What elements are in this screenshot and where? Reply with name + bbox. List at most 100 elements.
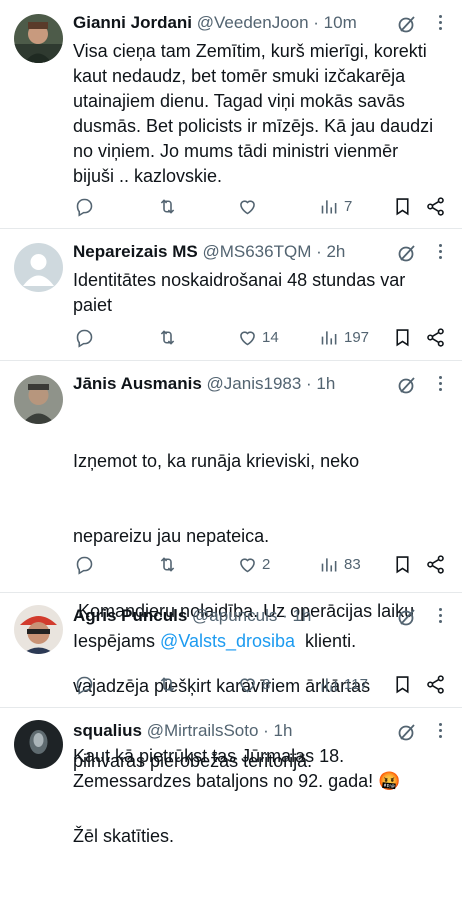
views-button[interactable]: 7: [319, 193, 352, 219]
reply-button[interactable]: [74, 193, 95, 219]
reply-icon: [76, 198, 93, 217]
like-icon: [240, 677, 255, 692]
timestamp[interactable]: · 1h: [306, 374, 335, 393]
retweet-icon: [160, 329, 175, 345]
tweet-text: Kaut kā pietrūkst tas Jūrmalas 18. Zemes…: [73, 744, 448, 794]
tweet-feed: Gianni Jordani @VeedenJoon · 10m Visa ci…: [0, 0, 462, 846]
timestamp[interactable]: · 2h: [316, 242, 345, 261]
tweet[interactable]: Nepareizais MS @MS636TQM · 2h Identitāte…: [0, 229, 462, 361]
tweet-actions: 8 117: [70, 671, 448, 697]
share-button[interactable]: [425, 324, 446, 350]
tweet-text: Identitātes noskaidrošanai 48 stundas va…: [73, 268, 448, 318]
retweet-button[interactable]: [157, 551, 178, 577]
like-count: 2: [262, 555, 271, 573]
bookmark-button[interactable]: [392, 193, 413, 219]
bookmark-button[interactable]: [392, 671, 413, 697]
bookmark-icon: [396, 197, 409, 215]
author-handle[interactable]: @MirtrailsSoto: [147, 721, 259, 740]
like-button[interactable]: 2: [237, 551, 270, 577]
like-icon: [240, 199, 255, 214]
bookmark-button[interactable]: [392, 551, 413, 577]
author-name[interactable]: Gianni Jordani: [73, 13, 192, 32]
bookmark-button[interactable]: [392, 324, 413, 350]
avatar[interactable]: [14, 243, 63, 292]
author-handle[interactable]: @VeedenJoon: [197, 13, 309, 32]
more-icon[interactable]: [436, 12, 444, 32]
like-count: 14: [262, 328, 279, 346]
avatar[interactable]: [14, 605, 63, 654]
tweet-header: Gianni Jordani @VeedenJoon · 10m: [73, 12, 402, 34]
more-icon[interactable]: [436, 373, 444, 393]
tweet-actions: 7: [70, 193, 448, 219]
text-line: paiet: [73, 295, 113, 315]
views-button[interactable]: 117: [319, 671, 368, 697]
avatar[interactable]: [14, 14, 63, 63]
retweet-icon: [160, 676, 175, 692]
avatar[interactable]: [14, 375, 63, 424]
retweet-button[interactable]: [157, 324, 178, 350]
mention-link[interactable]: @Valsts_drosiba: [160, 631, 295, 651]
like-button[interactable]: [237, 193, 262, 219]
views-button[interactable]: 83: [319, 551, 361, 577]
tweet[interactable]: Agris Punculs @apunculs · 1h Iespējams @…: [0, 593, 462, 708]
author-name[interactable]: Agris Punculs: [73, 606, 187, 625]
more-icon[interactable]: [436, 605, 444, 625]
tweet[interactable]: Jānis Ausmanis @Janis1983 · 1h Izņemot t…: [0, 361, 462, 846]
reply-button[interactable]: [74, 671, 95, 697]
tweet-header: Jānis Ausmanis @Janis1983 · 1h: [73, 373, 402, 395]
text-line: dusmās. Bet policists ir mīzējs. Kā jau …: [73, 116, 434, 136]
like-button[interactable]: 8: [237, 671, 270, 697]
grok-icon[interactable]: [397, 607, 417, 627]
tweet[interactable]: Gianni Jordani @VeedenJoon · 10m Visa ci…: [0, 0, 462, 229]
text-segment: Iespējams: [73, 631, 161, 651]
text-line: no viņiem. Jo mums tādi ministri vienmēr: [73, 141, 399, 161]
retweet-button[interactable]: [157, 193, 178, 219]
like-button[interactable]: 14: [237, 324, 279, 350]
author-handle[interactable]: @MS636TQM: [202, 242, 311, 261]
views-icon: [321, 677, 337, 691]
reply-icon: [76, 676, 93, 695]
grok-icon[interactable]: [397, 14, 417, 34]
timestamp[interactable]: · 10m: [313, 13, 356, 32]
bookmark-icon: [396, 675, 409, 693]
share-icon: [427, 196, 444, 216]
bookmark-icon: [396, 328, 409, 346]
views-icon: [321, 330, 337, 344]
more-icon[interactable]: [436, 241, 444, 261]
author-name[interactable]: Nepareizais MS: [73, 242, 198, 261]
tweet[interactable]: squalius @MirtrailsSoto · 1h Kaut kā pie…: [0, 708, 462, 800]
reply-button[interactable]: [74, 324, 95, 350]
share-button[interactable]: [425, 551, 446, 577]
author-handle[interactable]: @apunculs: [192, 606, 277, 625]
text-line: Kaut kā pietrūkst tas Jūrmalas 18.: [73, 746, 345, 766]
views-button[interactable]: 197: [319, 324, 369, 350]
view-count: 117: [344, 675, 368, 693]
views-icon: [321, 557, 337, 571]
share-icon: [427, 674, 444, 694]
retweet-icon: [160, 198, 175, 214]
grok-icon[interactable]: [397, 243, 417, 263]
avatar[interactable]: [14, 720, 63, 769]
reply-button[interactable]: [74, 551, 95, 577]
retweet-button[interactable]: [157, 671, 178, 697]
share-button[interactable]: [425, 193, 446, 219]
more-icon[interactable]: [436, 720, 444, 740]
view-count: 197: [344, 328, 370, 346]
author-name[interactable]: Jānis Ausmanis: [73, 374, 202, 393]
like-count: 8: [262, 675, 271, 693]
reply-icon: [76, 556, 93, 575]
author-handle[interactable]: @Janis1983: [207, 374, 302, 393]
share-button[interactable]: [425, 671, 446, 697]
tweet-header: squalius @MirtrailsSoto · 1h: [73, 720, 402, 742]
timestamp[interactable]: · 1h: [282, 606, 311, 625]
text-line: Izņemot to, ka runāja krieviski, neko: [73, 451, 360, 471]
share-icon: [427, 327, 444, 347]
author-name[interactable]: squalius: [73, 721, 142, 740]
grok-icon[interactable]: [397, 375, 417, 395]
grok-icon[interactable]: [397, 722, 417, 742]
tweet-actions: 14 197: [70, 324, 448, 350]
timestamp[interactable]: · 1h: [263, 721, 292, 740]
bookmark-icon: [396, 555, 409, 573]
tweet-actions: 2 83: [70, 551, 448, 577]
reply-icon: [76, 329, 93, 348]
